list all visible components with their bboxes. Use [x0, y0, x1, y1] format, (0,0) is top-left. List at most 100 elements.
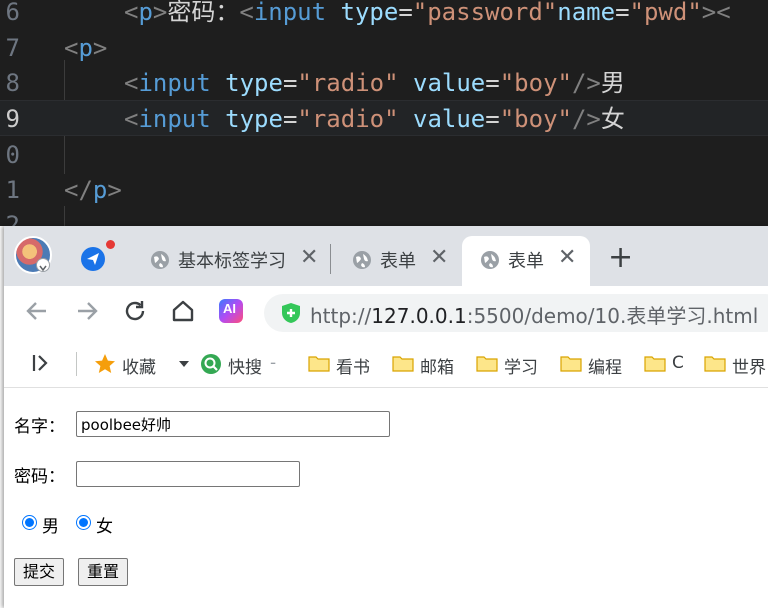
- bookmark-folder[interactable]: 世界: [704, 352, 768, 378]
- tab-form-active[interactable]: 表单 ✕: [462, 236, 590, 286]
- globe-icon: [481, 251, 499, 269]
- tab-title: 表单: [508, 251, 544, 272]
- code-token: value: [398, 69, 486, 97]
- code-text: <p>密码：<input type="password"name="pwd"><: [124, 0, 731, 30]
- code-line[interactable]: 8 <input type="radio" value="boy"/>男: [0, 65, 768, 101]
- tab-close-icon[interactable]: ✕: [430, 246, 448, 270]
- radio-female[interactable]: [76, 515, 91, 530]
- gender-row: 男 女: [14, 512, 214, 537]
- caret-down-icon[interactable]: [178, 359, 190, 369]
- bookmark-favorites[interactable]: 收藏: [94, 352, 194, 378]
- address-bar[interactable]: http://127.0.0.1:5500/demo/10.表单学习.html: [264, 294, 768, 332]
- bookmark-folder[interactable]: 编程: [560, 352, 630, 378]
- star-icon: [95, 354, 115, 373]
- avatar-badge-icon: [36, 258, 50, 272]
- bookmark-folder[interactable]: 看书: [308, 352, 378, 378]
- submit-button[interactable]: 提交: [14, 558, 65, 586]
- code-token: "radio": [297, 105, 399, 133]
- code-line[interactable]: 7 <p>: [0, 30, 768, 66]
- code-token: p: [78, 34, 93, 62]
- bookmarks-bar: 收藏 快搜 - 看书 邮箱 学习 编程 C 世界: [4, 338, 768, 388]
- send-icon[interactable]: [80, 246, 106, 272]
- code-line[interactable]: 0: [0, 137, 768, 173]
- code-token: type: [326, 0, 399, 26]
- line-number: 7: [5, 34, 20, 62]
- ai-label: AI: [223, 301, 236, 316]
- reload-icon[interactable]: [122, 298, 148, 324]
- bookmark-folder[interactable]: 邮箱: [392, 352, 462, 378]
- code-token: type: [210, 69, 283, 97]
- secure-shield-icon: [282, 303, 300, 323]
- browser-window: 基本标签学习 ✕ 表单 ✕ 表单 ✕ + AI http://127.0.0.1…: [4, 226, 768, 608]
- code-token: ><: [701, 0, 731, 26]
- code-token: input: [253, 0, 327, 26]
- code-token: =: [398, 0, 413, 26]
- code-token: "boy": [499, 105, 572, 133]
- code-text: </p>: [64, 172, 122, 208]
- code-text: <p>: [64, 30, 107, 66]
- code-token: value: [398, 105, 486, 133]
- code-token: >: [107, 176, 122, 204]
- notification-dot: [106, 240, 115, 249]
- code-token: <: [64, 34, 79, 62]
- code-token: "pwd": [629, 0, 702, 26]
- new-tab-button[interactable]: +: [608, 243, 633, 273]
- bookmark-quick-search[interactable]: 快搜 -: [200, 352, 290, 378]
- tab-close-icon[interactable]: ✕: [558, 246, 576, 270]
- code-token: >: [92, 34, 108, 62]
- code-token: =: [485, 105, 500, 133]
- quick-search-icon: [201, 354, 221, 374]
- line-number: 6: [5, 0, 20, 26]
- radio-male-label: 男: [42, 517, 59, 537]
- code-line[interactable]: 6 <p>密码：<input type="password"name="pwd">…: [0, 0, 768, 30]
- sidebar-toggle-icon[interactable]: [30, 352, 52, 374]
- code-line[interactable]: 1 </p>: [0, 172, 768, 208]
- code-line[interactable]: 9 <input type="radio" value="boy"/>女: [0, 100, 768, 136]
- code-token: >: [152, 0, 168, 26]
- globe-icon: [151, 251, 169, 269]
- code-token: =: [485, 69, 500, 97]
- bookmark-folder[interactable]: 学习: [476, 352, 546, 378]
- tab-basic-tags[interactable]: 基本标签学习 ✕: [136, 236, 324, 286]
- url-scheme: http://: [310, 304, 372, 328]
- tab-form-1[interactable]: 表单 ✕: [338, 236, 460, 286]
- tab-title: 表单: [380, 251, 416, 272]
- code-token: <: [124, 0, 139, 26]
- code-token: type: [210, 105, 283, 133]
- name-label: 名字：: [14, 417, 65, 437]
- code-line[interactable]: 2: [0, 207, 768, 226]
- password-input[interactable]: [76, 461, 300, 487]
- bookmark-label: C: [672, 353, 684, 373]
- tab-close-icon[interactable]: ✕: [300, 246, 318, 270]
- code-token: <: [239, 0, 254, 26]
- folder-icon: [476, 356, 498, 372]
- url-path: :5500/demo/10.表单学习.html: [466, 304, 759, 328]
- home-icon[interactable]: [170, 298, 196, 324]
- code-token: input: [138, 69, 211, 97]
- reset-button[interactable]: 重置: [78, 558, 129, 586]
- code-token: "radio": [297, 69, 399, 97]
- url-host: 127.0.0.1: [371, 304, 467, 328]
- radio-female-label: 女: [96, 517, 113, 537]
- code-text: <input type="radio" value="boy"/>男: [124, 65, 625, 101]
- bookmark-label: 邮箱: [420, 358, 454, 378]
- forward-icon[interactable]: [74, 298, 100, 324]
- line-number: 2: [5, 211, 20, 226]
- bookmark-label: 收藏: [122, 358, 156, 378]
- line-number: 1: [5, 176, 20, 204]
- bookmark-label: 世界: [732, 358, 766, 378]
- name-input[interactable]: [76, 411, 390, 437]
- code-token: />: [571, 105, 601, 133]
- code-token: "boy": [499, 69, 572, 97]
- code-token: 女: [600, 105, 625, 133]
- bookmark-label: 编程: [588, 358, 622, 378]
- url-text: http://127.0.0.1:5500/demo/10.表单学习.html: [310, 300, 758, 329]
- code-editor[interactable]: 6 <p>密码：<input type="password"name="pwd">…: [0, 0, 768, 226]
- code-token: p: [138, 0, 153, 26]
- bookmarks-divider: [76, 352, 77, 376]
- folder-icon: [560, 356, 582, 372]
- tab-strip: 基本标签学习 ✕ 表单 ✕ 表单 ✕ +: [4, 226, 768, 286]
- code-text: <input type="radio" value="boy"/>女: [124, 101, 625, 137]
- radio-male[interactable]: [22, 515, 37, 530]
- back-icon[interactable]: [24, 298, 50, 324]
